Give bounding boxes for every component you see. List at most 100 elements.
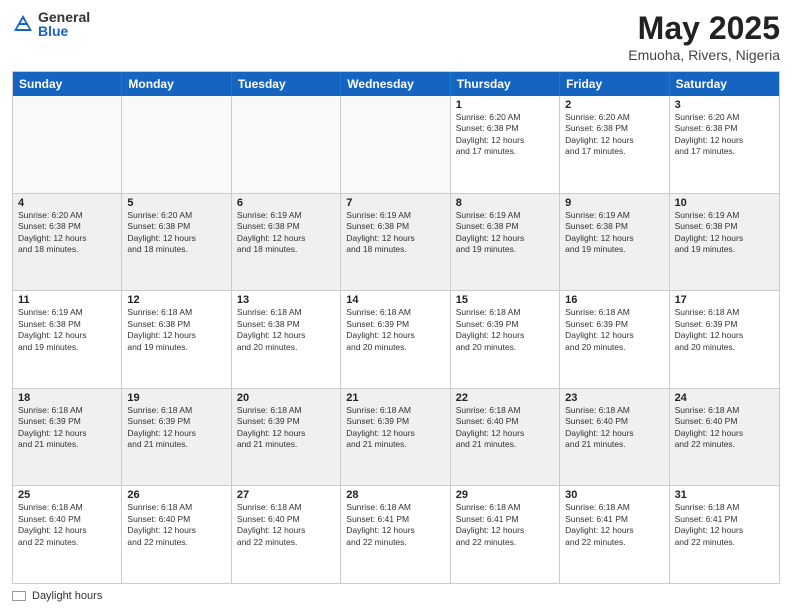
day-info: Sunrise: 6:18 AM Sunset: 6:39 PM Dayligh… bbox=[346, 405, 444, 451]
day-info: Sunrise: 6:19 AM Sunset: 6:38 PM Dayligh… bbox=[237, 210, 335, 256]
calendar-row-1: 1Sunrise: 6:20 AM Sunset: 6:38 PM Daylig… bbox=[13, 96, 779, 193]
day-number: 13 bbox=[237, 294, 335, 306]
day-info: Sunrise: 6:18 AM Sunset: 6:40 PM Dayligh… bbox=[237, 502, 335, 548]
day-info: Sunrise: 6:18 AM Sunset: 6:40 PM Dayligh… bbox=[456, 405, 554, 451]
calendar-cell: 12Sunrise: 6:18 AM Sunset: 6:38 PM Dayli… bbox=[122, 291, 231, 388]
calendar-cell: 14Sunrise: 6:18 AM Sunset: 6:39 PM Dayli… bbox=[341, 291, 450, 388]
day-info: Sunrise: 6:18 AM Sunset: 6:40 PM Dayligh… bbox=[565, 405, 663, 451]
day-info: Sunrise: 6:18 AM Sunset: 6:41 PM Dayligh… bbox=[456, 502, 554, 548]
day-number: 15 bbox=[456, 294, 554, 306]
header-cell-wednesday: Wednesday bbox=[341, 72, 450, 96]
calendar-cell: 17Sunrise: 6:18 AM Sunset: 6:39 PM Dayli… bbox=[670, 291, 779, 388]
day-number: 28 bbox=[346, 489, 444, 501]
day-info: Sunrise: 6:18 AM Sunset: 6:39 PM Dayligh… bbox=[346, 307, 444, 353]
day-info: Sunrise: 6:18 AM Sunset: 6:40 PM Dayligh… bbox=[675, 405, 774, 451]
header-cell-thursday: Thursday bbox=[451, 72, 560, 96]
calendar-cell: 6Sunrise: 6:19 AM Sunset: 6:38 PM Daylig… bbox=[232, 194, 341, 291]
calendar-cell: 5Sunrise: 6:20 AM Sunset: 6:38 PM Daylig… bbox=[122, 194, 231, 291]
day-number: 11 bbox=[18, 294, 116, 306]
page: General Blue May 2025 Emuoha, Rivers, Ni… bbox=[0, 0, 792, 612]
day-number: 23 bbox=[565, 392, 663, 404]
day-info: Sunrise: 6:19 AM Sunset: 6:38 PM Dayligh… bbox=[456, 210, 554, 256]
day-number: 3 bbox=[675, 99, 774, 111]
calendar-row-4: 18Sunrise: 6:18 AM Sunset: 6:39 PM Dayli… bbox=[13, 388, 779, 486]
day-info: Sunrise: 6:20 AM Sunset: 6:38 PM Dayligh… bbox=[675, 112, 774, 158]
calendar: SundayMondayTuesdayWednesdayThursdayFrid… bbox=[12, 71, 780, 584]
calendar-cell: 23Sunrise: 6:18 AM Sunset: 6:40 PM Dayli… bbox=[560, 389, 669, 486]
day-info: Sunrise: 6:19 AM Sunset: 6:38 PM Dayligh… bbox=[18, 307, 116, 353]
logo-icon bbox=[12, 13, 34, 35]
calendar-cell: 19Sunrise: 6:18 AM Sunset: 6:39 PM Dayli… bbox=[122, 389, 231, 486]
day-info: Sunrise: 6:18 AM Sunset: 6:39 PM Dayligh… bbox=[18, 405, 116, 451]
calendar-cell: 28Sunrise: 6:18 AM Sunset: 6:41 PM Dayli… bbox=[341, 486, 450, 583]
day-number: 29 bbox=[456, 489, 554, 501]
header-cell-sunday: Sunday bbox=[13, 72, 122, 96]
day-info: Sunrise: 6:18 AM Sunset: 6:40 PM Dayligh… bbox=[18, 502, 116, 548]
calendar-cell: 22Sunrise: 6:18 AM Sunset: 6:40 PM Dayli… bbox=[451, 389, 560, 486]
main-title: May 2025 bbox=[628, 10, 780, 47]
calendar-cell bbox=[122, 96, 231, 193]
logo-blue: Blue bbox=[38, 24, 90, 38]
day-number: 31 bbox=[675, 489, 774, 501]
day-number: 21 bbox=[346, 392, 444, 404]
calendar-row-3: 11Sunrise: 6:19 AM Sunset: 6:38 PM Dayli… bbox=[13, 290, 779, 388]
day-number: 10 bbox=[675, 197, 774, 209]
calendar-cell bbox=[341, 96, 450, 193]
calendar-cell: 30Sunrise: 6:18 AM Sunset: 6:41 PM Dayli… bbox=[560, 486, 669, 583]
day-number: 14 bbox=[346, 294, 444, 306]
calendar-cell: 3Sunrise: 6:20 AM Sunset: 6:38 PM Daylig… bbox=[670, 96, 779, 193]
calendar-cell bbox=[232, 96, 341, 193]
day-number: 19 bbox=[127, 392, 225, 404]
calendar-cell: 13Sunrise: 6:18 AM Sunset: 6:38 PM Dayli… bbox=[232, 291, 341, 388]
calendar-cell: 10Sunrise: 6:19 AM Sunset: 6:38 PM Dayli… bbox=[670, 194, 779, 291]
day-number: 6 bbox=[237, 197, 335, 209]
footer: Daylight hours bbox=[12, 590, 780, 602]
calendar-cell: 29Sunrise: 6:18 AM Sunset: 6:41 PM Dayli… bbox=[451, 486, 560, 583]
subtitle: Emuoha, Rivers, Nigeria bbox=[628, 47, 780, 63]
title-block: May 2025 Emuoha, Rivers, Nigeria bbox=[628, 10, 780, 63]
header-cell-friday: Friday bbox=[560, 72, 669, 96]
logo-text: General Blue bbox=[38, 10, 90, 38]
day-number: 18 bbox=[18, 392, 116, 404]
calendar-cell: 21Sunrise: 6:18 AM Sunset: 6:39 PM Dayli… bbox=[341, 389, 450, 486]
calendar-cell: 1Sunrise: 6:20 AM Sunset: 6:38 PM Daylig… bbox=[451, 96, 560, 193]
day-info: Sunrise: 6:18 AM Sunset: 6:39 PM Dayligh… bbox=[675, 307, 774, 353]
day-number: 7 bbox=[346, 197, 444, 209]
calendar-cell: 24Sunrise: 6:18 AM Sunset: 6:40 PM Dayli… bbox=[670, 389, 779, 486]
day-info: Sunrise: 6:18 AM Sunset: 6:41 PM Dayligh… bbox=[346, 502, 444, 548]
day-number: 2 bbox=[565, 99, 663, 111]
calendar-cell bbox=[13, 96, 122, 193]
calendar-cell: 25Sunrise: 6:18 AM Sunset: 6:40 PM Dayli… bbox=[13, 486, 122, 583]
day-info: Sunrise: 6:18 AM Sunset: 6:38 PM Dayligh… bbox=[127, 307, 225, 353]
calendar-cell: 27Sunrise: 6:18 AM Sunset: 6:40 PM Dayli… bbox=[232, 486, 341, 583]
day-info: Sunrise: 6:20 AM Sunset: 6:38 PM Dayligh… bbox=[18, 210, 116, 256]
day-info: Sunrise: 6:20 AM Sunset: 6:38 PM Dayligh… bbox=[456, 112, 554, 158]
day-number: 17 bbox=[675, 294, 774, 306]
calendar-cell: 8Sunrise: 6:19 AM Sunset: 6:38 PM Daylig… bbox=[451, 194, 560, 291]
calendar-body: 1Sunrise: 6:20 AM Sunset: 6:38 PM Daylig… bbox=[13, 96, 779, 583]
day-info: Sunrise: 6:18 AM Sunset: 6:41 PM Dayligh… bbox=[565, 502, 663, 548]
calendar-cell: 2Sunrise: 6:20 AM Sunset: 6:38 PM Daylig… bbox=[560, 96, 669, 193]
day-number: 24 bbox=[675, 392, 774, 404]
day-number: 5 bbox=[127, 197, 225, 209]
calendar-cell: 7Sunrise: 6:19 AM Sunset: 6:38 PM Daylig… bbox=[341, 194, 450, 291]
day-number: 4 bbox=[18, 197, 116, 209]
day-info: Sunrise: 6:20 AM Sunset: 6:38 PM Dayligh… bbox=[565, 112, 663, 158]
day-number: 25 bbox=[18, 489, 116, 501]
calendar-cell: 18Sunrise: 6:18 AM Sunset: 6:39 PM Dayli… bbox=[13, 389, 122, 486]
header-cell-monday: Monday bbox=[122, 72, 231, 96]
day-info: Sunrise: 6:19 AM Sunset: 6:38 PM Dayligh… bbox=[346, 210, 444, 256]
calendar-cell: 15Sunrise: 6:18 AM Sunset: 6:39 PM Dayli… bbox=[451, 291, 560, 388]
day-info: Sunrise: 6:18 AM Sunset: 6:39 PM Dayligh… bbox=[565, 307, 663, 353]
day-number: 26 bbox=[127, 489, 225, 501]
day-info: Sunrise: 6:18 AM Sunset: 6:39 PM Dayligh… bbox=[456, 307, 554, 353]
legend-box bbox=[12, 591, 26, 601]
day-number: 22 bbox=[456, 392, 554, 404]
logo-general: General bbox=[38, 10, 90, 24]
calendar-header: SundayMondayTuesdayWednesdayThursdayFrid… bbox=[13, 72, 779, 96]
calendar-row-2: 4Sunrise: 6:20 AM Sunset: 6:38 PM Daylig… bbox=[13, 193, 779, 291]
header-cell-tuesday: Tuesday bbox=[232, 72, 341, 96]
header: General Blue May 2025 Emuoha, Rivers, Ni… bbox=[12, 10, 780, 63]
day-info: Sunrise: 6:18 AM Sunset: 6:39 PM Dayligh… bbox=[127, 405, 225, 451]
day-number: 30 bbox=[565, 489, 663, 501]
